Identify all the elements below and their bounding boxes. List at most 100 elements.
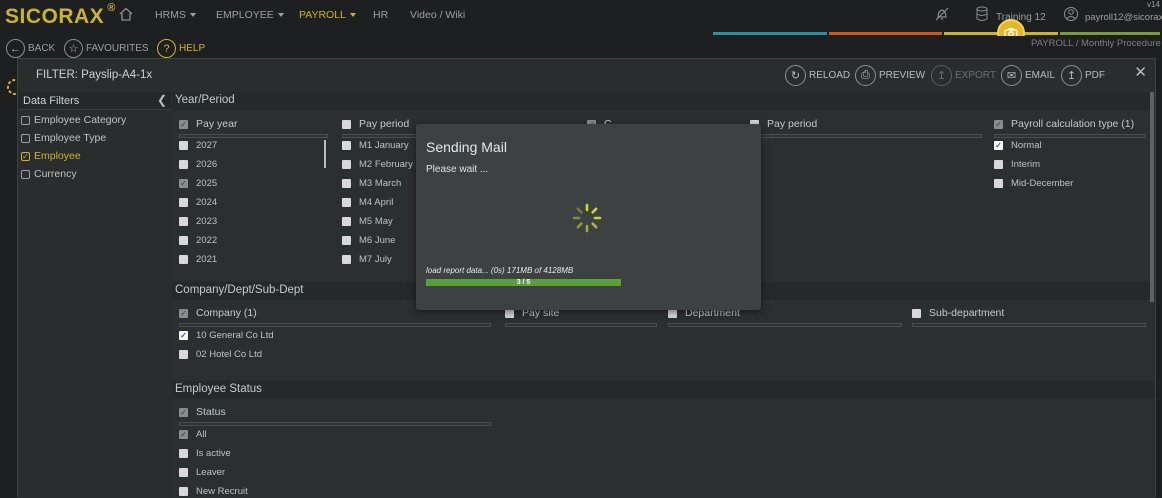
item-label: M5 May <box>359 216 393 227</box>
reload-label: RELOAD <box>809 70 851 81</box>
module-color-bars <box>713 32 1162 35</box>
search-input[interactable] <box>179 134 328 138</box>
search-input[interactable] <box>994 134 1146 138</box>
filter-employee[interactable]: ✓ Employee <box>21 150 81 162</box>
secondary-toolbar: ← BACK ☆ FAVOURITES ? HELP <box>0 36 1162 58</box>
nav-hrms[interactable]: HRMS <box>155 9 196 21</box>
scrollbar[interactable] <box>1150 92 1154 302</box>
search-input[interactable] <box>750 134 982 138</box>
nav-employee[interactable]: EMPLOYEE <box>216 9 284 21</box>
filter-employee-category[interactable]: Employee Category <box>21 114 126 126</box>
color-bar <box>1060 32 1160 35</box>
progress-status-text: load report data... (0s) 171MB of 4128MB <box>426 266 574 275</box>
checkbox-icon <box>342 119 351 129</box>
list-item[interactable]: ✓ All <box>179 429 207 440</box>
list-item[interactable]: 2026 <box>179 159 217 170</box>
search-input[interactable] <box>179 422 491 426</box>
checkbox-checked-icon: ✓ <box>179 308 188 318</box>
list-item[interactable]: 2021 <box>179 254 217 265</box>
top-bar: SICORAX ® HRMS EMPLOYEE PAYROLL HR Video … <box>0 0 1162 36</box>
logo: SICORAX ® <box>5 2 116 28</box>
search-input[interactable] <box>505 323 657 327</box>
item-label: 2022 <box>196 235 218 246</box>
checkbox-icon <box>179 160 188 169</box>
list-item[interactable]: 2024 <box>179 197 217 208</box>
status-header[interactable]: ✓ Status <box>179 406 226 418</box>
data-filters-title: Data Filters <box>23 95 80 107</box>
list-item[interactable]: 02 Hotel Co Ltd <box>179 349 262 360</box>
search-input[interactable] <box>668 323 902 327</box>
checkbox-icon <box>21 169 30 179</box>
list-item[interactable]: M6 June <box>342 235 395 246</box>
search-input[interactable] <box>342 134 420 138</box>
reload-button[interactable]: ↻ RELOAD <box>785 65 850 86</box>
favourites-button[interactable]: ☆ FAVOURITES <box>64 39 149 58</box>
data-filters-sidebar: Data Filters ❮ Employee Category Employe… <box>18 92 171 498</box>
pdf-button[interactable]: ↥ PDF <box>1061 65 1105 86</box>
chevron-left-icon[interactable]: ❮ <box>157 93 167 107</box>
list-item[interactable]: 2023 <box>179 216 217 227</box>
list-item[interactable]: Leaver <box>179 467 225 478</box>
email-button[interactable]: ✉ EMAIL <box>1001 65 1055 86</box>
search-input[interactable] <box>912 323 1146 327</box>
printer-icon: ⎙ <box>855 65 876 86</box>
list-item[interactable]: ✓ Normal <box>994 140 1042 151</box>
user-icon[interactable] <box>1063 6 1079 25</box>
breadcrumb-separator: / <box>1075 38 1079 49</box>
list-item[interactable]: M7 July <box>342 254 392 265</box>
help-button[interactable]: ? HELP <box>157 39 205 58</box>
search-input[interactable] <box>179 323 491 327</box>
list-item[interactable]: New Recruit <box>179 486 248 497</box>
scrollbar[interactable] <box>324 140 326 168</box>
star-icon: ☆ <box>64 39 83 58</box>
home-icon[interactable] <box>118 6 134 22</box>
list-item[interactable]: ✓ 2025 <box>179 178 217 189</box>
checkbox-icon <box>342 217 351 226</box>
item-label: New Recruit <box>196 486 248 497</box>
nav-payroll[interactable]: PAYROLL <box>299 9 356 21</box>
notifications-off-icon[interactable] <box>934 6 950 25</box>
item-label: Normal <box>1011 140 1042 151</box>
list-item[interactable]: Is active <box>179 448 231 459</box>
nav-video-wiki[interactable]: Video / Wiki <box>410 9 465 21</box>
gear-icon[interactable] <box>3 74 23 103</box>
list-item[interactable]: Interim <box>994 159 1040 170</box>
sending-mail-dialog: Sending Mail Please wait ... load report… <box>416 124 761 310</box>
list-item[interactable]: 2027 <box>179 140 217 151</box>
data-filters-header: Data Filters ❮ <box>18 92 171 110</box>
close-icon[interactable]: ✕ <box>1134 63 1147 81</box>
list-item[interactable]: M4 April <box>342 197 393 208</box>
list-item[interactable]: 2022 <box>179 235 217 246</box>
checkbox-icon <box>912 308 921 318</box>
pay-period-header[interactable]: Pay period <box>342 118 409 130</box>
column-label: Pay period <box>767 118 818 130</box>
filter-employee-type[interactable]: Employee Type <box>21 132 106 144</box>
list-item[interactable]: M3 March <box>342 178 401 189</box>
list-item[interactable]: M5 May <box>342 216 393 227</box>
pay-year-header[interactable]: ✓ Pay year <box>179 118 237 130</box>
sub-department-header[interactable]: Sub-department <box>912 307 1004 319</box>
nav-hr[interactable]: HR <box>373 9 388 21</box>
user-email[interactable]: payroll12@sicorax <box>1085 12 1162 23</box>
list-item[interactable]: M2 February <box>342 159 413 170</box>
checkbox-icon <box>179 255 188 264</box>
list-item[interactable]: Mid-December <box>994 178 1073 189</box>
payroll-calc-header[interactable]: ✓ Payroll calculation type (1) <box>994 118 1134 130</box>
list-item[interactable]: ✓ 10 General Co Ltd <box>179 330 274 341</box>
item-label: 10 General Co Ltd <box>196 330 274 341</box>
list-item[interactable]: M1 January <box>342 140 409 151</box>
spinner-icon <box>572 203 602 233</box>
export-button[interactable]: ↥ EXPORT <box>931 65 996 86</box>
item-label: 2024 <box>196 197 218 208</box>
checkbox-icon <box>342 160 351 169</box>
company-header[interactable]: ✓ Company (1) <box>179 307 257 319</box>
preview-button[interactable]: ⎙ PREVIEW <box>855 65 925 86</box>
progress-bar: 3 / 5 <box>426 279 621 286</box>
checkbox-icon <box>179 236 188 245</box>
filter-currency[interactable]: Currency <box>21 168 77 180</box>
checkbox-icon <box>342 255 351 264</box>
breadcrumb-page[interactable]: Monthly Procedure <box>1081 38 1161 49</box>
checkbox-checked-icon: ✓ <box>994 119 1003 129</box>
breadcrumb-section[interactable]: PAYROLL <box>1031 38 1073 49</box>
back-button[interactable]: ← BACK <box>6 39 55 58</box>
